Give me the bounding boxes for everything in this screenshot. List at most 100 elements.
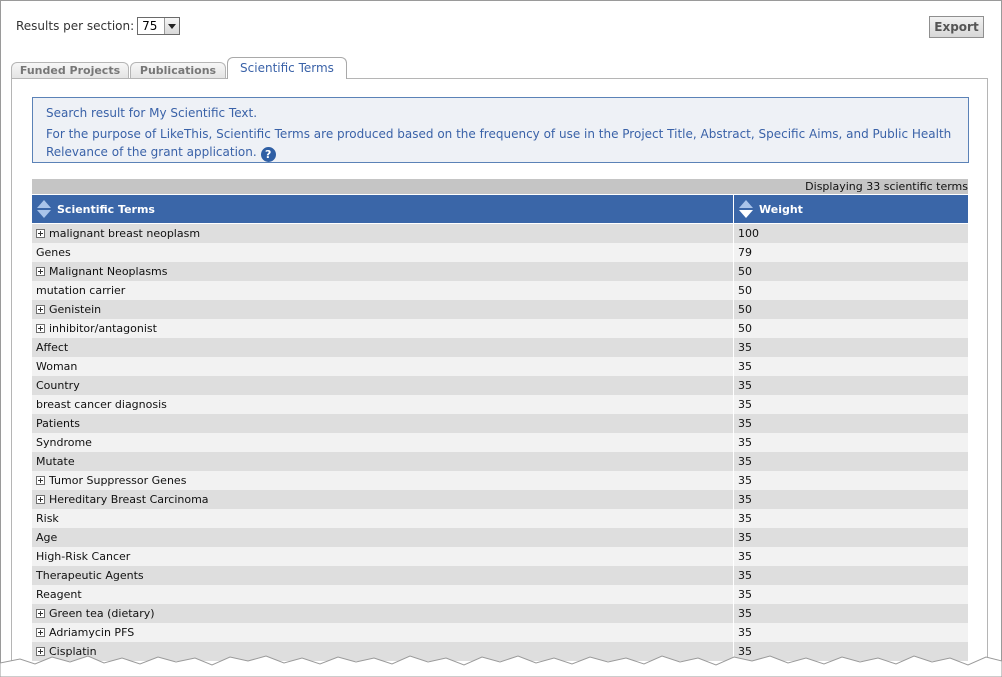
weight-cell: 50 bbox=[738, 322, 752, 335]
tab-panel: Search result for My Scientific Text. Fo… bbox=[11, 78, 988, 675]
table-row: Patients 35 bbox=[32, 414, 968, 433]
table-row: breast cancer diagnosis 35 bbox=[32, 395, 968, 414]
term-label: Green tea (dietary) bbox=[49, 607, 155, 620]
weight-cell: 35 bbox=[738, 512, 752, 525]
weight-cell: 50 bbox=[738, 284, 752, 297]
table-body: malignant breast neoplasm 100 Genes 79 Malig… bbox=[32, 224, 968, 661]
expand-icon[interactable] bbox=[36, 305, 45, 314]
table-row: Green tea (dietary) 35 bbox=[32, 604, 968, 623]
column-header-weight[interactable]: Weight bbox=[734, 195, 968, 223]
term-label: Syndrome bbox=[36, 436, 92, 449]
expand-icon[interactable] bbox=[36, 324, 45, 333]
help-icon[interactable]: ? bbox=[260, 147, 276, 162]
term-cell: Patients bbox=[32, 414, 734, 433]
table-row: Malignant Neoplasms 50 bbox=[32, 262, 968, 281]
tab-funded-projects[interactable]: Funded Projects bbox=[11, 62, 129, 79]
term-label: malignant breast neoplasm bbox=[49, 227, 201, 240]
term-cell: Age bbox=[32, 528, 734, 547]
weight-cell: 35 bbox=[738, 398, 752, 411]
table-row: Tumor Suppressor Genes 35 bbox=[32, 471, 968, 490]
weight-cell: 35 bbox=[738, 493, 752, 506]
table-row: High-Risk Cancer 35 bbox=[32, 547, 968, 566]
expand-icon[interactable] bbox=[36, 495, 45, 504]
table-row: Country 35 bbox=[32, 376, 968, 395]
weight-cell: 35 bbox=[738, 455, 752, 468]
term-cell: breast cancer diagnosis bbox=[32, 395, 734, 414]
term-cell: Mutate bbox=[32, 452, 734, 471]
term-cell: malignant breast neoplasm bbox=[32, 224, 734, 243]
weight-cell: 35 bbox=[738, 550, 752, 563]
weight-cell: 35 bbox=[738, 588, 752, 601]
table-row: Reagent 35 bbox=[32, 585, 968, 604]
term-label: Malignant Neoplasms bbox=[49, 265, 168, 278]
expand-icon[interactable] bbox=[36, 229, 45, 238]
term-label: Affect bbox=[36, 341, 69, 354]
tab-publications[interactable]: Publications bbox=[130, 62, 226, 79]
term-label: Tumor Suppressor Genes bbox=[49, 474, 187, 487]
weight-cell: 35 bbox=[738, 531, 752, 544]
weight-cell: 35 bbox=[738, 569, 752, 582]
term-label: Genes bbox=[36, 246, 71, 259]
term-cell: Tumor Suppressor Genes bbox=[32, 471, 734, 490]
table-row: Affect 35 bbox=[32, 338, 968, 357]
column-header-weight-label: Weight bbox=[759, 202, 803, 216]
weight-cell: 35 bbox=[738, 379, 752, 392]
term-label: Adriamycin PFS bbox=[49, 626, 135, 639]
info-line-2-text: For the purpose of LikeThis, Scientific … bbox=[46, 127, 952, 159]
term-cell: Malignant Neoplasms bbox=[32, 262, 734, 281]
term-label: Woman bbox=[36, 360, 78, 373]
term-label: Risk bbox=[36, 512, 59, 525]
export-button[interactable]: Export bbox=[929, 16, 984, 38]
expand-icon[interactable] bbox=[36, 476, 45, 485]
column-header-terms[interactable]: Scientific Terms bbox=[32, 195, 734, 223]
table-row: Syndrome 35 bbox=[32, 433, 968, 452]
table-row: Hereditary Breast Carcinoma 35 bbox=[32, 490, 968, 509]
term-label: Age bbox=[36, 531, 58, 544]
table-row: Woman 35 bbox=[32, 357, 968, 376]
term-cell: Risk bbox=[32, 509, 734, 528]
table-header: Scientific Terms Weight bbox=[32, 195, 968, 223]
table-row: malignant breast neoplasm 100 bbox=[32, 224, 968, 243]
term-label: Therapeutic Agents bbox=[36, 569, 144, 582]
weight-cell: 35 bbox=[738, 474, 752, 487]
sort-icon[interactable] bbox=[37, 199, 51, 219]
term-cell: Green tea (dietary) bbox=[32, 604, 734, 623]
torn-edge bbox=[0, 655, 1002, 677]
expand-icon[interactable] bbox=[36, 609, 45, 618]
term-label: breast cancer diagnosis bbox=[36, 398, 167, 411]
sort-desc-icon[interactable] bbox=[739, 199, 753, 219]
term-cell: mutation carrier bbox=[32, 281, 734, 300]
term-label: inhibitor/antagonist bbox=[49, 322, 157, 335]
results-per-section-select[interactable]: 75 bbox=[137, 17, 181, 35]
term-cell: Country bbox=[32, 376, 734, 395]
term-cell: Genes bbox=[32, 243, 734, 262]
term-label: Genistein bbox=[49, 303, 102, 316]
table-row: Risk 35 bbox=[32, 509, 968, 528]
tab-scientific-terms[interactable]: Scientific Terms bbox=[227, 57, 347, 79]
weight-cell: 35 bbox=[738, 626, 752, 639]
weight-cell: 35 bbox=[738, 607, 752, 620]
info-line-1: Search result for My Scientific Text. bbox=[46, 106, 258, 120]
results-per-section-value: 75 bbox=[142, 19, 158, 33]
weight-cell: 35 bbox=[738, 360, 752, 373]
expand-icon[interactable] bbox=[36, 267, 45, 276]
weight-cell: 50 bbox=[738, 303, 752, 316]
term-label: Hereditary Breast Carcinoma bbox=[49, 493, 209, 506]
expand-icon[interactable] bbox=[36, 628, 45, 637]
table-row: Genes 79 bbox=[32, 243, 968, 262]
term-cell: Hereditary Breast Carcinoma bbox=[32, 490, 734, 509]
table-row: Adriamycin PFS 35 bbox=[32, 623, 968, 642]
weight-cell: 50 bbox=[738, 265, 752, 278]
term-label: Mutate bbox=[36, 455, 75, 468]
table-row: Age 35 bbox=[32, 528, 968, 547]
term-cell: Genistein bbox=[32, 300, 734, 319]
term-cell: Reagent bbox=[32, 585, 734, 604]
info-box: Search result for My Scientific Text. Fo… bbox=[32, 97, 969, 163]
term-label: High-Risk Cancer bbox=[36, 550, 131, 563]
chevron-down-icon[interactable] bbox=[164, 18, 180, 34]
results-per-section-label: Results per section: bbox=[16, 19, 135, 33]
results-count: Displaying 33 scientific terms bbox=[32, 179, 968, 194]
term-cell: inhibitor/antagonist bbox=[32, 319, 734, 338]
term-label: Patients bbox=[36, 417, 81, 430]
table-row: inhibitor/antagonist 50 bbox=[32, 319, 968, 338]
